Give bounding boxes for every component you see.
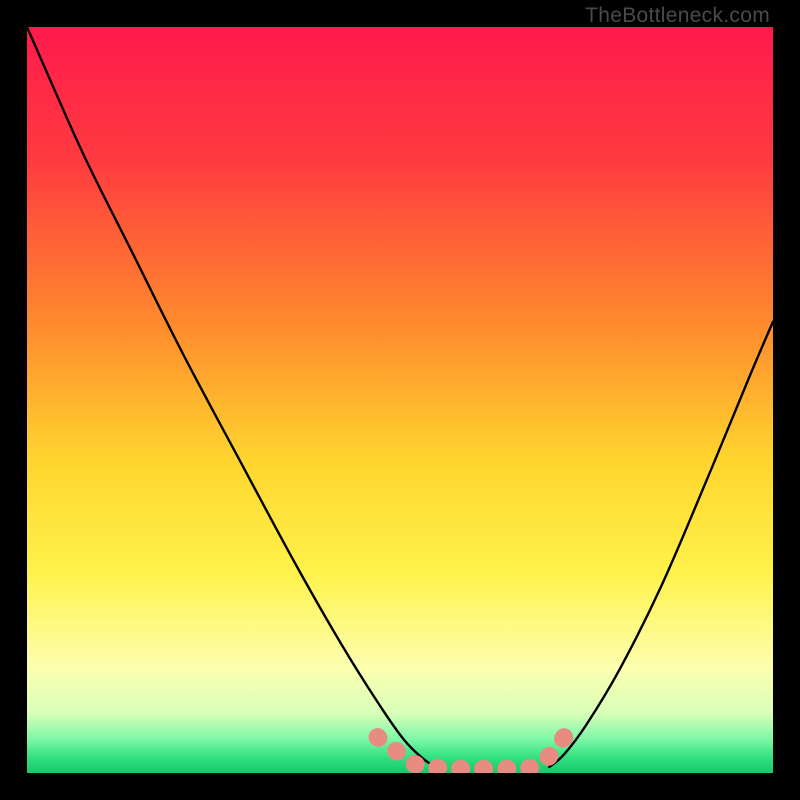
gradient-background [27,27,773,773]
marker-end-right [555,728,573,746]
chart-frame: TheBottleneck.com [0,0,800,800]
marker-end-left [369,728,387,746]
watermark-text: TheBottleneck.com [585,4,770,28]
plot-area [27,27,773,773]
bottleneck-curve-chart [27,27,773,773]
